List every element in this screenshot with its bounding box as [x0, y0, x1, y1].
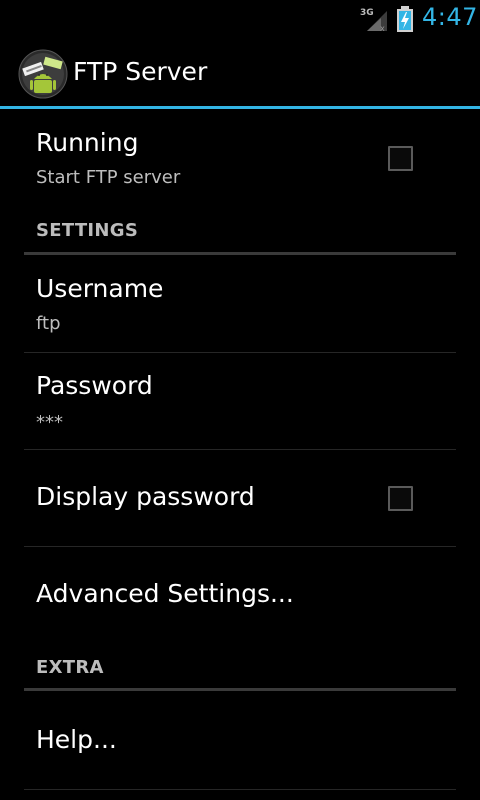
network-type-label: 3G [360, 8, 374, 18]
pref-username[interactable]: Username ftp [24, 256, 456, 352]
pref-help[interactable]: Help... [24, 692, 456, 788]
list-divider [24, 789, 456, 790]
pref-advanced-settings[interactable]: Advanced Settings... [24, 547, 456, 643]
status-bar: 3G x 4:47 [0, 0, 480, 38]
running-checkbox[interactable] [388, 146, 413, 171]
clock-time: 4:47 [422, 3, 478, 31]
pref-running[interactable]: Running Start FTP server [24, 112, 456, 202]
ftp-server-app-icon[interactable] [18, 49, 68, 99]
category-extra-divider [24, 688, 456, 691]
display-password-checkbox[interactable] [388, 486, 413, 511]
pref-username-summary: ftp [36, 313, 61, 334]
action-bar: FTP Server [0, 38, 480, 106]
pref-display-password[interactable]: Display password [24, 450, 456, 546]
app-title: FTP Server [73, 57, 208, 86]
category-extra-header: EXTRA [36, 657, 104, 678]
signal-icon: 3G x [360, 8, 387, 32]
pref-advanced-settings-title: Advanced Settings... [36, 579, 294, 608]
category-settings-divider [24, 252, 456, 255]
pref-running-summary: Start FTP server [36, 167, 181, 188]
svg-text:x: x [380, 24, 385, 32]
pref-display-password-title: Display password [36, 482, 255, 511]
pref-username-title: Username [36, 274, 164, 303]
battery-charging-icon [397, 6, 413, 32]
pref-password-summary: *** [36, 412, 63, 433]
pref-running-title: Running [36, 128, 139, 157]
pref-password-title: Password [36, 371, 153, 400]
pref-password[interactable]: Password *** [24, 353, 456, 449]
action-bar-divider [0, 106, 480, 109]
pref-help-title: Help... [36, 725, 117, 754]
category-settings-header: SETTINGS [36, 220, 139, 241]
